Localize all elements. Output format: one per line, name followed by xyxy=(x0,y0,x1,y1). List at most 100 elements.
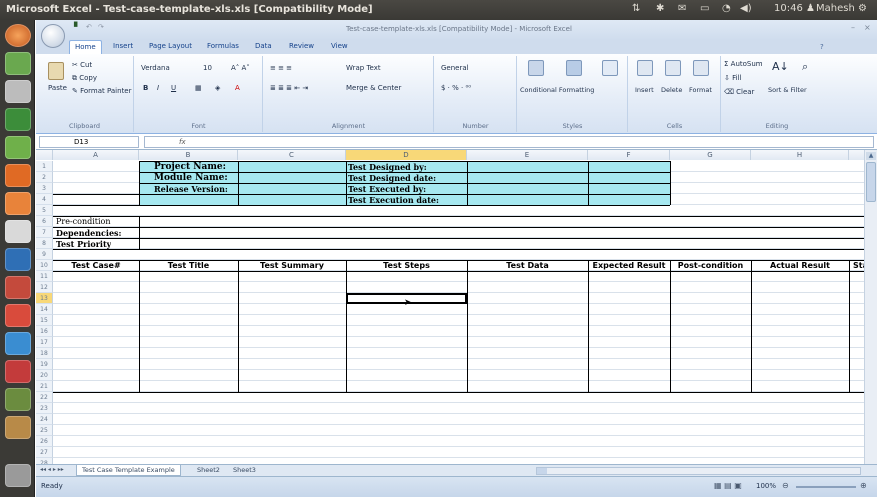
office-button[interactable] xyxy=(41,24,65,48)
merge-center-button[interactable]: Merge & Center xyxy=(346,84,401,92)
row-header-2[interactable]: 2 xyxy=(36,172,53,183)
row-header-3[interactable]: 3 xyxy=(36,183,53,194)
col-header-d[interactable]: D xyxy=(346,150,467,160)
formula-input[interactable]: fx xyxy=(144,136,874,148)
cut-button[interactable]: ✂ Cut xyxy=(72,61,92,69)
row-header-27[interactable]: 27 xyxy=(36,447,53,458)
wrap-text-button[interactable]: Wrap Text xyxy=(346,64,381,72)
paste-icon[interactable] xyxy=(48,62,64,80)
minimize-icon[interactable]: – xyxy=(851,23,855,32)
italic-button[interactable]: I xyxy=(157,84,159,92)
impress-icon[interactable] xyxy=(5,276,31,299)
firefox-icon[interactable] xyxy=(5,164,31,187)
format-cells-icon[interactable] xyxy=(693,60,709,76)
media-app-icon[interactable] xyxy=(5,360,31,383)
row-header-24[interactable]: 24 xyxy=(36,414,53,425)
app-icon[interactable] xyxy=(5,416,31,439)
col-header-f[interactable]: F xyxy=(588,150,670,160)
format-painter-button[interactable]: ✎ Format Painter xyxy=(72,87,132,95)
tab-data[interactable]: Data xyxy=(255,42,272,50)
writer-icon[interactable] xyxy=(5,248,31,271)
fx-icon[interactable]: fx xyxy=(179,138,186,146)
scroll-thumb[interactable] xyxy=(866,162,876,202)
row-header-4[interactable]: 4 xyxy=(36,194,53,205)
select-all-corner[interactable] xyxy=(36,150,53,160)
tab-view[interactable]: View xyxy=(331,42,348,50)
currency-percent-icons[interactable]: $ · % · ⁰⁰ xyxy=(441,84,471,92)
row-header-9[interactable]: 9 xyxy=(36,249,53,260)
insert-button[interactable]: Insert xyxy=(635,86,654,94)
row-header-1[interactable]: 1 xyxy=(36,161,53,172)
row-header-25[interactable]: 25 xyxy=(36,425,53,436)
row-header-19[interactable]: 19 xyxy=(36,359,53,370)
row-header-11[interactable]: 11 xyxy=(36,271,53,282)
tab-home[interactable]: Home xyxy=(69,40,102,54)
fill-button[interactable]: ⇩ Fill xyxy=(724,74,741,82)
binoculars-icon[interactable]: ⌕ xyxy=(802,60,808,74)
cell-styles-icon[interactable] xyxy=(602,60,618,76)
col-header-a[interactable]: A xyxy=(53,150,139,160)
row-header-6[interactable]: 6 xyxy=(36,216,53,227)
sheet-tab-sheet2[interactable]: Sheet2 xyxy=(192,465,225,476)
volume-icon[interactable]: ◀) xyxy=(740,3,752,14)
undo-icon[interactable]: ↶ xyxy=(86,23,92,31)
col-header-e[interactable]: E xyxy=(467,150,588,160)
sort-filter-icon[interactable]: A↓ xyxy=(772,60,789,73)
user-icon[interactable]: ♟ xyxy=(806,3,815,14)
font-size-select[interactable]: 10 xyxy=(203,64,212,72)
trash-icon[interactable] xyxy=(5,464,31,487)
worksheet-grid[interactable]: A B C D E F G H 1 2 3 4 5 6 7 8 9 10 11 12 13 14 15 16 1… xyxy=(36,150,877,484)
row-header-17[interactable]: 17 xyxy=(36,337,53,348)
delete-cells-icon[interactable] xyxy=(665,60,681,76)
wifi-icon[interactable]: ◔ xyxy=(722,3,731,14)
row-header-23[interactable]: 23 xyxy=(36,403,53,414)
tab-insert[interactable]: Insert xyxy=(113,42,133,50)
row-header-26[interactable]: 26 xyxy=(36,436,53,447)
tab-review[interactable]: Review xyxy=(289,42,314,50)
font-color-icon[interactable]: A xyxy=(235,84,240,92)
grow-font-icon[interactable]: A˄ A˅ xyxy=(231,64,250,72)
row-header-18[interactable]: 18 xyxy=(36,348,53,359)
sheet-tab-sheet3[interactable]: Sheet3 xyxy=(228,465,261,476)
copy-button[interactable]: ⧉ Copy xyxy=(72,74,97,83)
underline-button[interactable]: U xyxy=(171,84,176,92)
row-header-12[interactable]: 12 xyxy=(36,282,53,293)
vertical-scrollbar[interactable]: ▲ xyxy=(864,150,877,484)
conditional-formatting-button[interactable]: Conditional Formatting xyxy=(520,86,594,94)
scroll-up-icon[interactable]: ▲ xyxy=(866,152,876,160)
tab-page-layout[interactable]: Page Layout xyxy=(149,42,192,50)
calc-app-icon[interactable] xyxy=(5,52,31,75)
battery-icon[interactable]: ▭ xyxy=(700,3,709,14)
font-name-select[interactable]: Verdana xyxy=(141,64,170,72)
monitor-app-icon[interactable] xyxy=(5,108,31,131)
col-header-c[interactable]: C xyxy=(238,150,346,160)
row-header-13[interactable]: 13 xyxy=(36,293,53,304)
settings-app-icon[interactable] xyxy=(5,220,31,243)
sort-filter-button[interactable]: Sort & Filter xyxy=(768,86,807,94)
save-icon[interactable]: ▘ xyxy=(74,23,81,33)
row-header-15[interactable]: 15 xyxy=(36,315,53,326)
help-icon[interactable]: ? xyxy=(820,43,824,51)
format-button[interactable]: Format xyxy=(689,86,712,94)
zoom-level[interactable]: 100% xyxy=(756,482,776,490)
dash-home-icon[interactable] xyxy=(5,24,31,47)
row-header-20[interactable]: 20 xyxy=(36,370,53,381)
bold-button[interactable]: B xyxy=(143,84,148,92)
align-top-icon[interactable]: ≡ ≡ ≡ xyxy=(270,64,292,72)
row-header-10[interactable]: 10 xyxy=(36,260,53,271)
paste-button[interactable]: Paste xyxy=(48,84,67,92)
settings-gear-icon[interactable]: ⚙ xyxy=(858,3,867,14)
view-mode-icons[interactable]: ▦ ▤ ▣ xyxy=(714,481,742,490)
delete-button[interactable]: Delete xyxy=(661,86,682,94)
name-box[interactable]: D13 xyxy=(39,136,139,148)
close-icon[interactable]: × xyxy=(864,23,871,32)
borders-icon[interactable]: ▦ xyxy=(195,84,202,92)
bluetooth-icon[interactable]: ✱ xyxy=(656,3,664,14)
align-left-icon[interactable]: ≣ ≣ ≣ ⇤ ⇥ xyxy=(270,84,308,92)
chat-app-icon[interactable] xyxy=(5,332,31,355)
conditional-formatting-icon[interactable] xyxy=(528,60,544,76)
autosum-button[interactable]: Σ AutoSum xyxy=(724,60,763,68)
browser-app-icon[interactable] xyxy=(5,136,31,159)
excel-app-icon[interactable] xyxy=(5,388,31,411)
fill-color-icon[interactable]: ◈ xyxy=(215,84,220,92)
